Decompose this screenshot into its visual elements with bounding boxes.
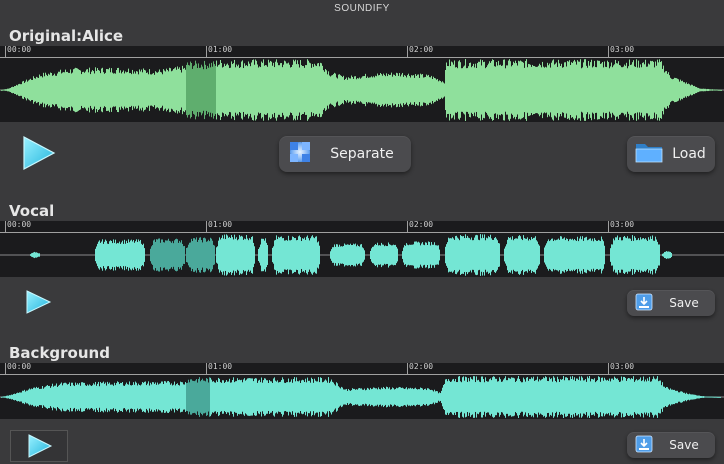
tick-label-2: 02:00 bbox=[409, 362, 434, 371]
load-button-label: Load bbox=[672, 146, 706, 162]
soundify-window: SOUNDIFY Original:Alice 00:00 01:00 02:0… bbox=[0, 0, 724, 464]
separate-button-label: Separate bbox=[330, 146, 394, 162]
background-play-button[interactable] bbox=[10, 430, 68, 462]
original-timeline-ruler: 00:00 01:00 02:00 03:00 bbox=[0, 45, 724, 58]
play-icon bbox=[23, 136, 56, 170]
vocal-waveform bbox=[0, 234, 724, 276]
play-icon bbox=[26, 290, 52, 314]
tick-label-1: 01:00 bbox=[208, 45, 233, 54]
tick-label-1: 01:00 bbox=[208, 362, 233, 371]
background-timeline-ruler: 00:00 01:00 02:00 03:00 bbox=[0, 362, 724, 375]
save-icon bbox=[635, 293, 653, 314]
tick-label-2: 02:00 bbox=[409, 45, 434, 54]
separate-icon bbox=[287, 139, 313, 169]
vocal-save-label: Save bbox=[669, 296, 699, 310]
tick-label-3: 03:00 bbox=[610, 362, 635, 371]
tick-label-0: 00:00 bbox=[7, 45, 32, 54]
tick-label-0: 00:00 bbox=[7, 362, 32, 371]
separate-button[interactable]: Separate bbox=[279, 136, 411, 172]
save-icon bbox=[635, 435, 653, 456]
tick-label-1: 01:00 bbox=[208, 220, 233, 229]
tick-label-3: 03:00 bbox=[610, 45, 635, 54]
original-track-title: Original:Alice bbox=[9, 27, 124, 45]
window-title: SOUNDIFY bbox=[334, 3, 390, 14]
original-waveform-panel[interactable]: 00:00 01:00 02:00 03:00 bbox=[0, 45, 724, 122]
tick-label-2: 02:00 bbox=[409, 220, 434, 229]
vocal-play-button[interactable] bbox=[20, 286, 52, 318]
play-icon bbox=[28, 434, 53, 458]
background-save-label: Save bbox=[669, 438, 699, 452]
folder-icon bbox=[635, 140, 663, 168]
vocal-timeline-ruler: 00:00 01:00 02:00 03:00 bbox=[0, 220, 724, 233]
original-waveform bbox=[0, 59, 724, 121]
tick-label-0: 00:00 bbox=[7, 220, 32, 229]
background-waveform-panel[interactable]: 00:00 01:00 02:00 03:00 bbox=[0, 362, 724, 419]
background-waveform bbox=[0, 376, 724, 418]
tick-label-3: 03:00 bbox=[610, 220, 635, 229]
background-track-title: Background bbox=[9, 344, 110, 362]
vocal-waveform-panel[interactable]: 00:00 01:00 02:00 03:00 bbox=[0, 220, 724, 277]
vocal-save-button[interactable]: Save bbox=[627, 290, 715, 316]
load-button[interactable]: Load bbox=[627, 136, 715, 172]
vocal-track-title: Vocal bbox=[9, 202, 55, 220]
background-save-button[interactable]: Save bbox=[627, 432, 715, 458]
original-play-button[interactable] bbox=[16, 133, 56, 173]
